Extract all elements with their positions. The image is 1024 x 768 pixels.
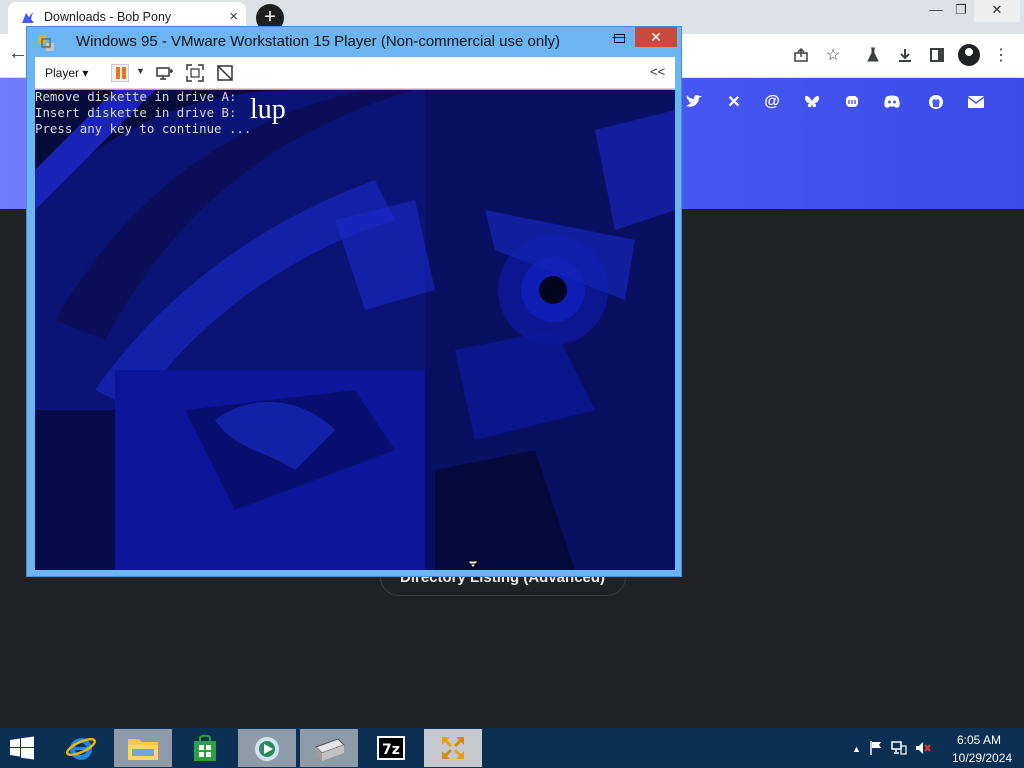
volume-muted-icon[interactable] xyxy=(915,740,931,758)
vmware-app-icon xyxy=(38,35,54,51)
7zip-icon[interactable]: 7z xyxy=(362,729,420,767)
vmware-maximize-button[interactable] xyxy=(611,30,627,46)
vm-boot-wallpaper xyxy=(35,90,675,570)
network-icon[interactable] xyxy=(891,740,907,758)
pause-icon[interactable] xyxy=(111,64,129,82)
labs-flask-icon[interactable] xyxy=(862,44,884,66)
threads-icon[interactable]: @ xyxy=(762,92,782,112)
clock-date[interactable]: 10/29/2024 xyxy=(952,751,1012,765)
unity-mode-icon[interactable] xyxy=(215,63,235,83)
email-icon[interactable] xyxy=(966,92,986,112)
media-player-icon[interactable] xyxy=(238,729,296,767)
discord-icon[interactable] xyxy=(882,92,902,112)
tab-close-icon[interactable]: × xyxy=(229,8,238,25)
pause-dropdown-icon[interactable]: ▼ xyxy=(136,66,145,76)
file-explorer-icon[interactable] xyxy=(114,729,172,767)
social-links: ✕ @ xyxy=(682,92,1012,114)
internet-explorer-icon[interactable] xyxy=(52,729,110,767)
fullscreen-icon[interactable] xyxy=(185,63,205,83)
download-icon[interactable] xyxy=(894,44,916,66)
setup-overlay-text: lup xyxy=(250,94,286,125)
clock-time[interactable]: 6:05 AM xyxy=(957,733,1001,747)
twitter-icon[interactable] xyxy=(684,92,704,112)
vmware-toolbar: Player ▾ ▼ << xyxy=(35,57,675,89)
vmware-close-button[interactable]: ✕ xyxy=(635,27,677,47)
github-icon[interactable] xyxy=(926,92,946,112)
start-icon[interactable] xyxy=(8,736,36,760)
action-center-flag-icon[interactable] xyxy=(869,740,883,758)
player-menu[interactable]: Player ▾ xyxy=(45,66,88,80)
boot-line-2: Insert diskette in drive B: xyxy=(35,105,237,120)
back-arrow-icon[interactable]: ← xyxy=(8,42,28,65)
svg-text:7z: 7z xyxy=(382,742,400,758)
collapse-toolbar-button[interactable]: << xyxy=(650,64,665,79)
x-icon[interactable]: ✕ xyxy=(724,92,744,112)
tab-title: Downloads - Bob Pony xyxy=(44,10,172,24)
browser-restore-button[interactable]: ❐ xyxy=(946,0,976,22)
profile-avatar[interactable] xyxy=(958,44,980,66)
menu-kebab-icon[interactable]: ⋮ xyxy=(990,44,1012,66)
system-tray: ▲ xyxy=(852,740,931,758)
store-icon[interactable] xyxy=(176,729,234,767)
boot-line-1: Remove diskette in drive A: xyxy=(35,90,237,104)
vmware-window: Windows 95 - VMware Workstation 15 Playe… xyxy=(26,26,682,577)
bookmark-star-icon[interactable]: ☆ xyxy=(822,44,844,66)
boot-line-3: Press any key to continue ... xyxy=(35,121,252,136)
side-panel-icon[interactable] xyxy=(926,44,948,66)
mastodon-icon[interactable] xyxy=(842,92,862,112)
share-icon[interactable] xyxy=(790,44,812,66)
show-hidden-icons-icon[interactable]: ▲ xyxy=(852,740,861,758)
vm-guest-screen[interactable]: Remove diskette in drive A: Insert diske… xyxy=(35,90,675,570)
bluesky-icon[interactable] xyxy=(802,92,822,112)
mouse-cursor-icon xyxy=(467,560,479,569)
browser-close-button[interactable]: ✕ xyxy=(974,0,1020,22)
scanner-icon[interactable] xyxy=(300,729,358,767)
vmware-icon[interactable] xyxy=(424,729,482,767)
vmware-window-title: Windows 95 - VMware Workstation 15 Playe… xyxy=(76,33,561,50)
send-ctrl-alt-del-icon[interactable] xyxy=(155,63,175,83)
bob-pony-favicon-icon xyxy=(22,12,34,23)
